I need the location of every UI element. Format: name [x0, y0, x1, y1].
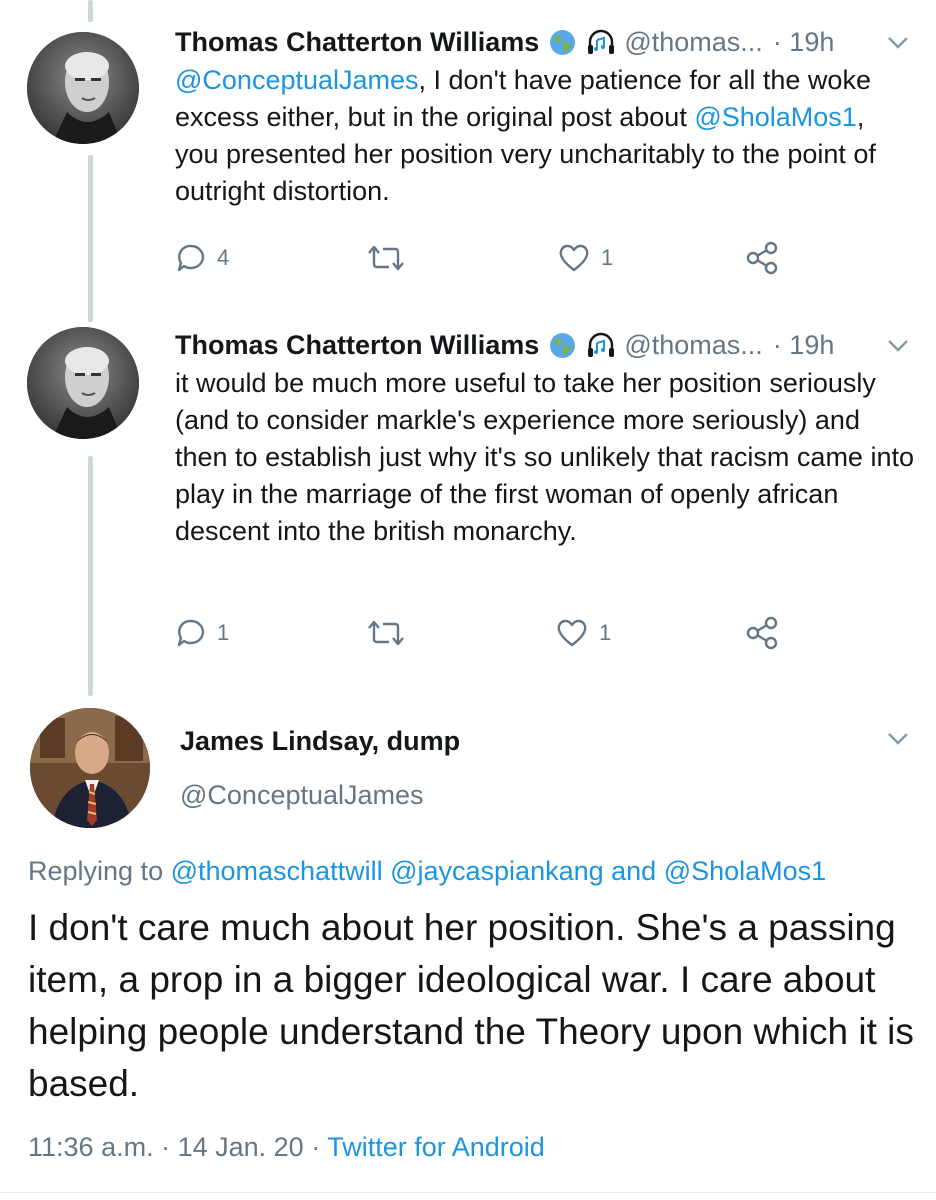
like-button[interactable]: 1 — [557, 238, 613, 278]
author-name[interactable]: James Lindsay, dump — [180, 726, 460, 757]
mention-link[interactable]: @SholaMos1 — [694, 102, 857, 132]
author-handle[interactable]: @thomas... — [624, 27, 762, 58]
avatar-thomas[interactable] — [27, 327, 139, 439]
tweet-text: @ConceptualJames, I don't have patience … — [175, 65, 876, 206]
globe-emoji-icon — [549, 332, 576, 359]
share-button[interactable] — [745, 238, 779, 278]
replying-and: and — [603, 856, 664, 886]
tweet-actions: 4 1 — [175, 238, 795, 278]
reply-count: 1 — [217, 620, 230, 645]
retweet-icon — [368, 245, 404, 271]
author-name[interactable]: Thomas Chatterton Williams — [175, 330, 539, 361]
retweet-icon — [368, 620, 404, 646]
reply-icon — [177, 619, 205, 647]
retweet-button[interactable] — [365, 613, 407, 653]
mention-link[interactable]: @jaycaspiankang — [390, 856, 604, 886]
share-icon — [746, 241, 778, 275]
avatar-james[interactable] — [30, 708, 150, 828]
divider — [0, 1192, 936, 1193]
tweet-time[interactable]: · 19h — [773, 330, 835, 361]
like-count: 1 — [601, 245, 614, 270]
tweet-text: I don't care much about her position. Sh… — [28, 907, 914, 1104]
author-handle[interactable]: @ConceptualJames — [180, 780, 424, 811]
heart-icon — [559, 244, 589, 272]
tweet-1[interactable]: Thomas Chatterton Williams @thomas... · … — [0, 22, 936, 302]
avatar-thomas[interactable] — [27, 32, 139, 144]
tweet-source[interactable]: Twitter for Android — [327, 1132, 545, 1162]
like-button[interactable]: 1 — [555, 613, 611, 653]
tweet-text: it would be much more useful to take her… — [175, 368, 914, 546]
headphones-music-icon — [586, 29, 616, 56]
share-button[interactable] — [745, 613, 779, 653]
tweet-date[interactable]: 14 Jan. 20 — [178, 1132, 304, 1162]
globe-emoji-icon — [549, 29, 576, 56]
reply-icon — [177, 244, 205, 272]
mention-link[interactable]: @thomaschattwill — [171, 856, 383, 886]
chevron-down-icon[interactable] — [884, 331, 912, 359]
mention-link[interactable]: @SholaMos1 — [664, 856, 827, 886]
mention-link[interactable]: @ConceptualJames — [175, 65, 419, 95]
like-count: 1 — [599, 620, 612, 645]
tweet-meta: 11:36 a.m. · 14 Jan. 20 · Twitter for An… — [28, 1132, 545, 1162]
tweet-actions: 1 1 — [175, 613, 795, 653]
tweet-header: Thomas Chatterton Williams @thomas... · … — [175, 325, 834, 365]
author-name[interactable]: Thomas Chatterton Williams — [175, 27, 539, 58]
reply-button[interactable]: 4 — [175, 238, 229, 278]
thread-connector-top — [88, 0, 93, 22]
tweet-time[interactable]: · 19h — [773, 27, 835, 58]
chevron-down-icon[interactable] — [884, 724, 912, 752]
headphones-music-icon — [586, 332, 616, 359]
chevron-down-icon[interactable] — [884, 28, 912, 56]
tweet-time[interactable]: 11:36 a.m. — [28, 1132, 154, 1162]
replying-to: Replying to @thomaschattwill @jaycaspian… — [28, 856, 827, 886]
reply-count: 4 — [217, 245, 230, 270]
reply-button[interactable]: 1 — [175, 613, 229, 653]
heart-icon — [557, 619, 587, 647]
main-tweet[interactable]: James Lindsay, dump @ConceptualJames Rep… — [0, 700, 936, 1180]
tweet-header: Thomas Chatterton Williams @thomas... · … — [175, 22, 834, 62]
tweet-2[interactable]: Thomas Chatterton Williams @thomas... · … — [0, 325, 936, 665]
retweet-button[interactable] — [365, 238, 407, 278]
share-icon — [746, 616, 778, 650]
author-handle[interactable]: @thomas... — [624, 330, 762, 361]
